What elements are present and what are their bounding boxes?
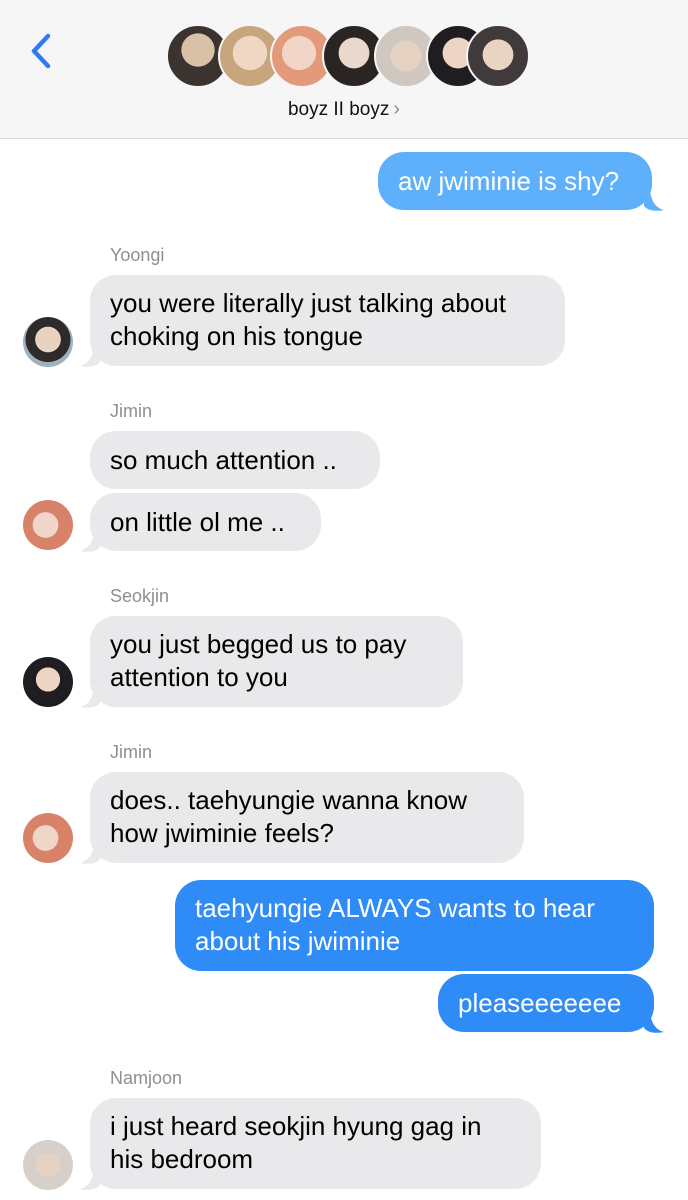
bubble-tail: [644, 192, 664, 211]
sender-avatar: [23, 1140, 73, 1190]
sender-avatar: [23, 500, 73, 550]
message-text: you just begged us to pay attention to y…: [110, 629, 407, 692]
conversation-header: boyz II boyz ›: [0, 0, 688, 139]
message-text: you were literally just talking about ch…: [110, 288, 506, 351]
bubble-tail: [80, 348, 100, 367]
received-message[interactable]: on little ol me ..: [90, 493, 321, 551]
received-message[interactable]: i just heard seokjin hyung gag in his be…: [90, 1098, 541, 1189]
received-message[interactable]: you were literally just talking about ch…: [90, 275, 565, 366]
sender-name: Yoongi: [110, 245, 165, 265]
message-text: aw jwiminie is shy?: [398, 166, 620, 196]
received-message[interactable]: so much attention ..: [90, 431, 380, 489]
sender-name: Jimin: [110, 742, 153, 762]
sender-name: Namjoon: [110, 1068, 183, 1088]
message-text: does.. taehyungie wanna know how jwimini…: [110, 785, 468, 848]
message-text: i just heard seokjin hyung gag in his be…: [110, 1111, 482, 1174]
sender-name: Jimin: [110, 401, 153, 421]
sent-message[interactable]: aw jwiminie is shy?: [378, 152, 652, 210]
bubble-tail: [80, 1171, 100, 1190]
sent-message[interactable]: pleaseeeeeee: [438, 974, 654, 1032]
group-name-label: boyz II boyz: [287, 99, 390, 120]
bubble-tail: [80, 689, 100, 708]
message-text: taehyungie ALWAYS wants to hear about hi…: [195, 893, 595, 956]
received-message[interactable]: you just begged us to pay attention to y…: [90, 616, 463, 707]
message-text: on little ol me ..: [110, 507, 285, 537]
group-avatars[interactable]: [166, 24, 530, 90]
sender-avatar: [23, 317, 73, 367]
member-avatar: [466, 24, 530, 88]
sender-avatar: [23, 657, 73, 707]
chevron-right-icon: ›: [393, 98, 401, 120]
bubble-tail: [80, 845, 100, 864]
bubble-tail: [644, 1014, 664, 1033]
received-message[interactable]: does.. taehyungie wanna know how jwimini…: [90, 772, 524, 863]
message-text: pleaseeeeeee: [458, 988, 622, 1018]
sent-message[interactable]: taehyungie ALWAYS wants to hear about hi…: [175, 880, 654, 971]
group-name-button[interactable]: boyz II boyz ›: [0, 98, 688, 121]
sender-avatar: [23, 813, 73, 863]
message-text: so much attention ..: [110, 445, 337, 475]
sender-name: Seokjin: [110, 586, 170, 606]
back-chevron-icon[interactable]: [22, 28, 62, 74]
bubble-tail: [80, 533, 100, 552]
